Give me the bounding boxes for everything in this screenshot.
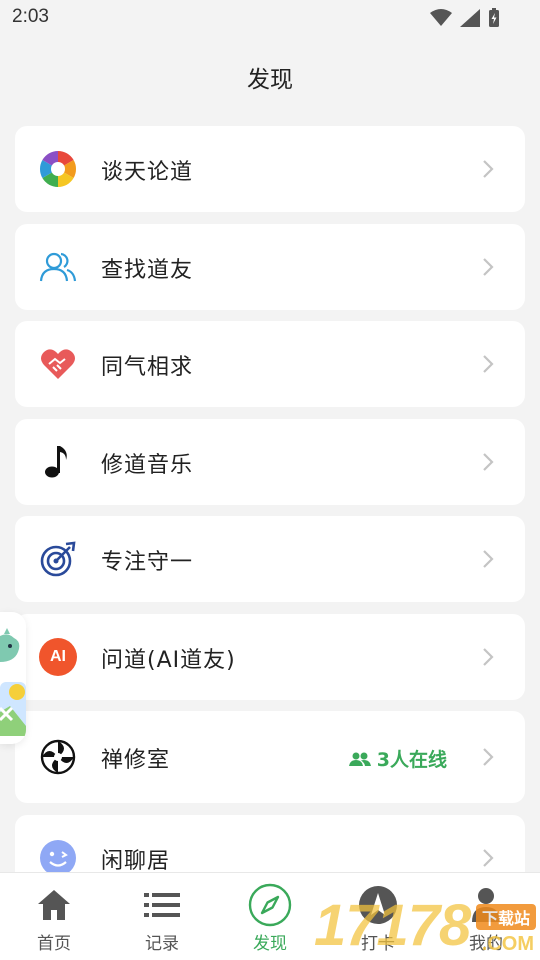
tab-records[interactable]: 记录 (108, 873, 216, 960)
bottom-tab-bar: 首页 记录 发现 打卡 我的 (0, 872, 540, 960)
ai-badge-text: AI (39, 638, 77, 676)
person-icon (464, 883, 508, 927)
target-arrow-icon (39, 540, 77, 578)
tab-label: 记录 (145, 934, 179, 954)
item-label: 闲聊居 (101, 849, 171, 874)
spiral-icon (39, 738, 77, 776)
item-label: 禅修室 (101, 748, 171, 773)
tab-discover[interactable]: 发现 (216, 873, 324, 960)
home-icon (32, 883, 76, 927)
heart-handshake-icon (39, 345, 77, 383)
discover-item-find-friends[interactable]: 查找道友 (15, 224, 525, 310)
discover-item-chat-forum[interactable]: 谈天论道 (15, 126, 525, 212)
tab-label: 发现 (253, 934, 287, 954)
discover-item-music[interactable]: 修道音乐 (15, 419, 525, 505)
discover-item-meditation-room[interactable]: 禅修室 3人在线 (15, 711, 525, 803)
status-bar: 2:03 (0, 0, 540, 36)
tab-label: 首页 (37, 934, 71, 954)
online-count-badge: 3人在线 (348, 745, 447, 772)
landscape-picture-icon (0, 682, 26, 736)
users-icon (39, 248, 77, 286)
chevron-right-icon (483, 648, 494, 666)
page-title: 发现 (247, 67, 293, 93)
chevron-right-icon (483, 849, 494, 867)
item-label: 专注守一 (101, 550, 194, 575)
discover-item-ask-ai[interactable]: AI 问道(AI道友) (15, 614, 525, 700)
item-label: 谈天论道 (101, 160, 194, 185)
group-icon (348, 752, 371, 766)
chevron-right-icon (483, 550, 494, 568)
tab-checkin[interactable]: 打卡 (324, 873, 432, 960)
chevron-right-icon (483, 258, 494, 276)
ai-badge-icon: AI (39, 638, 77, 676)
discover-item-focus[interactable]: 专注守一 (15, 516, 525, 602)
wifi-icon (430, 9, 452, 26)
signal-icon (460, 9, 480, 27)
tab-profile[interactable]: 我的 (432, 873, 540, 960)
music-note-icon (39, 443, 77, 481)
chevron-right-icon (483, 748, 494, 766)
chevron-right-icon (483, 453, 494, 471)
compass-icon (248, 883, 292, 927)
tab-label: 打卡 (361, 934, 395, 954)
item-label: 同气相求 (101, 355, 194, 380)
chevron-right-icon (483, 355, 494, 373)
status-icons (430, 8, 500, 28)
checkin-icon (356, 883, 400, 927)
chevron-right-icon (483, 160, 494, 178)
camera-aperture-icon (39, 150, 77, 188)
list-icon (140, 883, 184, 927)
dragon-mascot-icon (0, 628, 20, 662)
status-time: 2:03 (12, 6, 49, 27)
tab-home[interactable]: 首页 (0, 873, 108, 960)
floating-side-widget[interactable] (0, 612, 26, 744)
discover-item-kindred-spirits[interactable]: 同气相求 (15, 321, 525, 407)
item-label: 修道音乐 (101, 453, 194, 478)
item-label: 问道(AI道友) (101, 648, 236, 673)
tab-label: 我的 (469, 934, 503, 954)
item-label: 查找道友 (101, 258, 194, 283)
online-count-text: 3人在线 (376, 749, 447, 771)
battery-icon (489, 8, 499, 27)
